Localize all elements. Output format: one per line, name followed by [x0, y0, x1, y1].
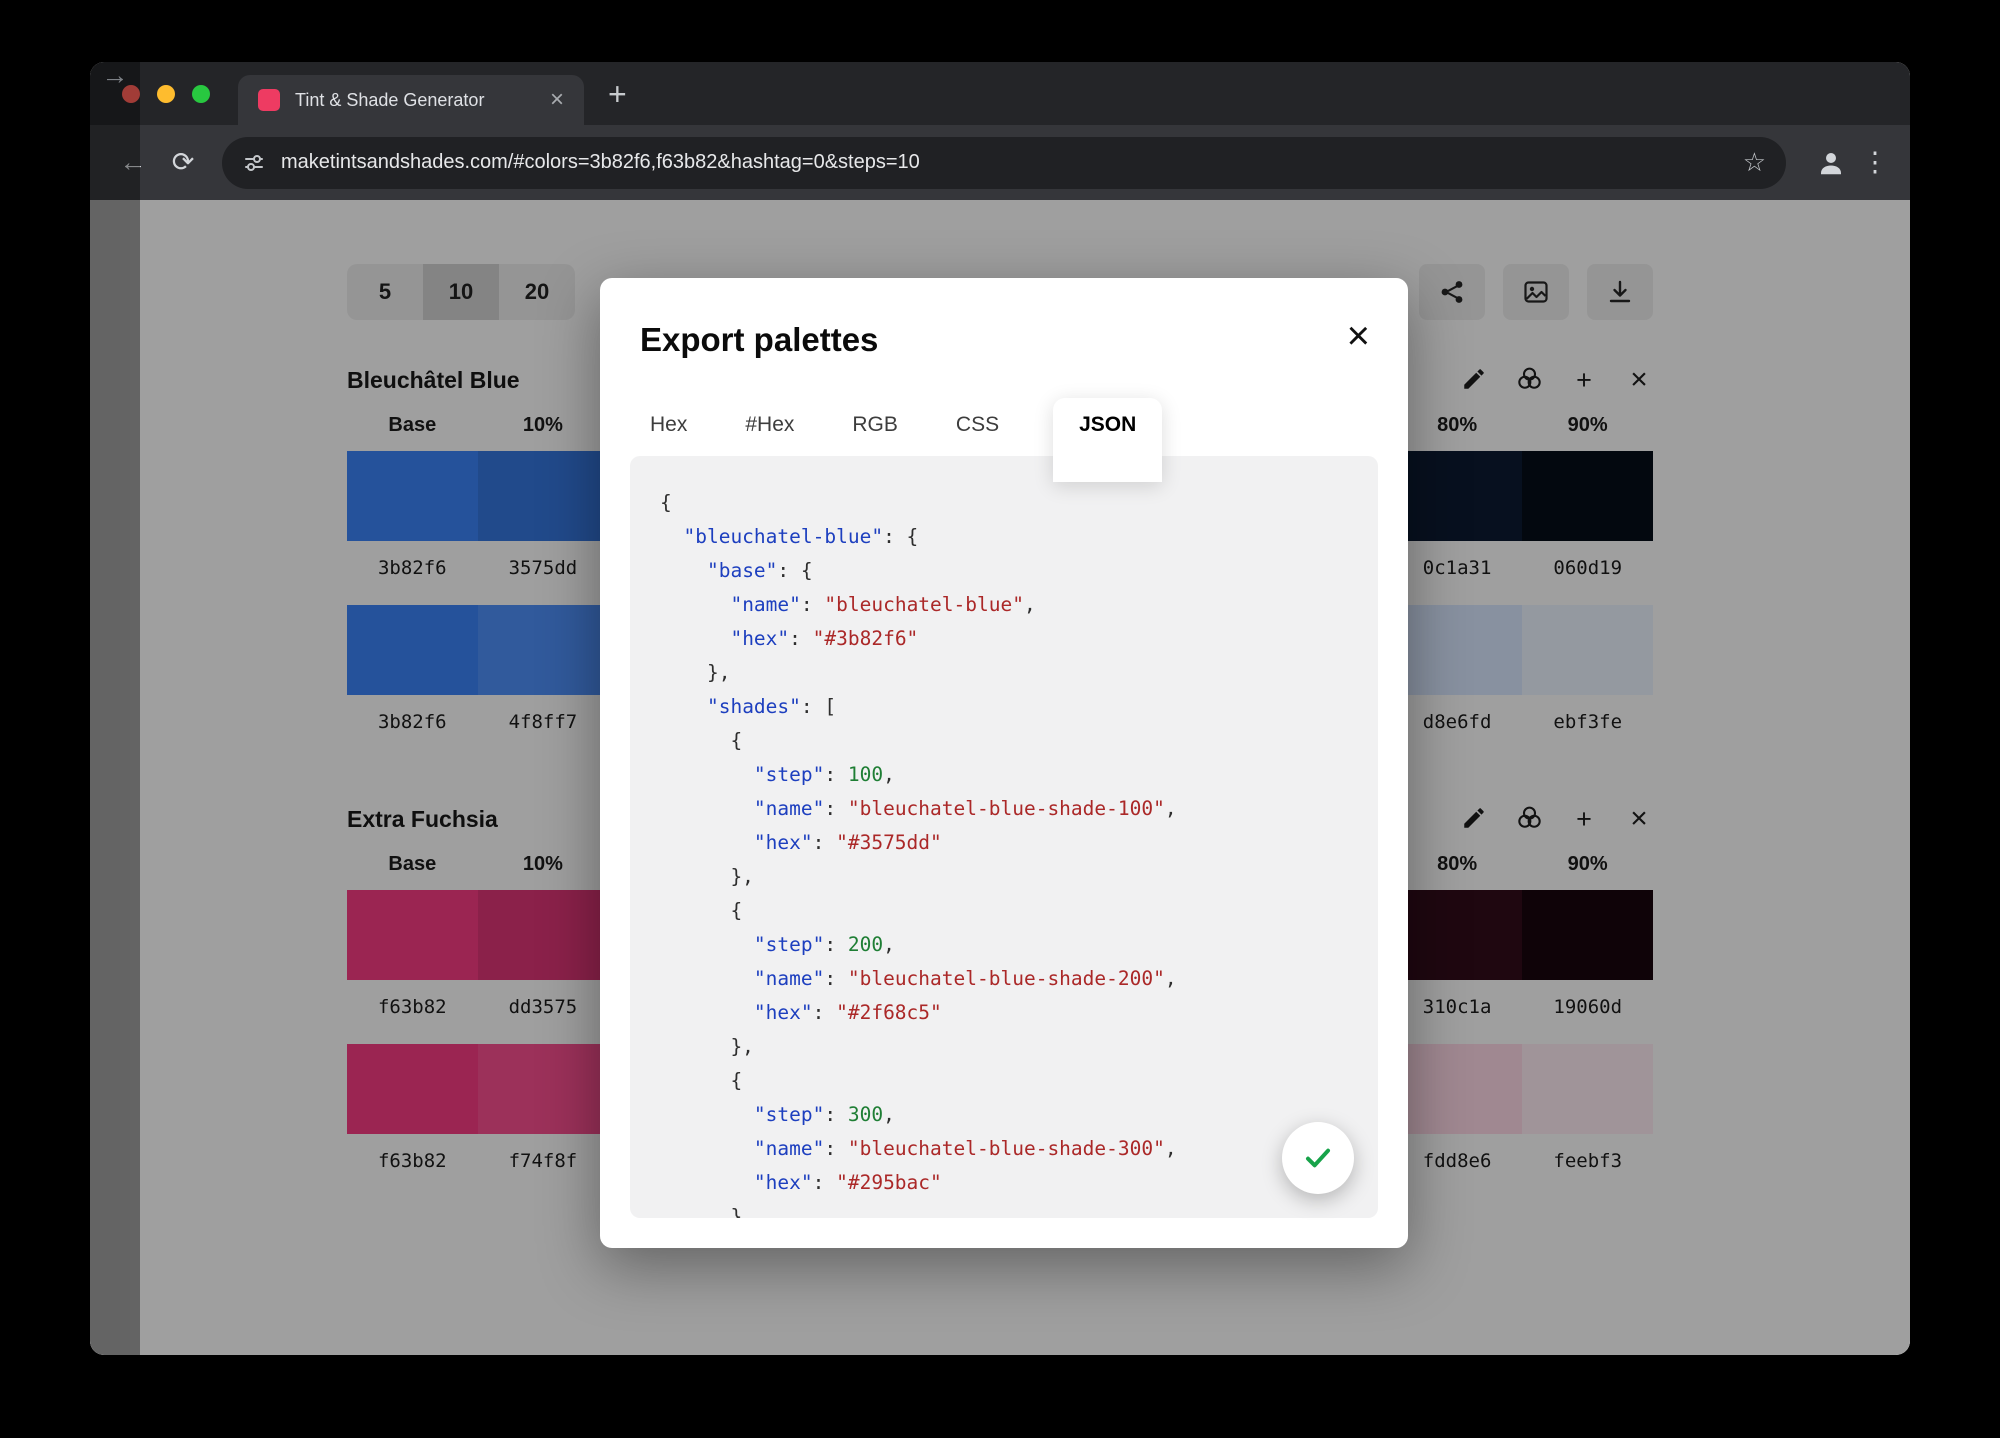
url-text: maketintsandshades.com/#colors=3b82f6,f6…: [281, 151, 1731, 174]
close-icon: ×: [1347, 314, 1370, 358]
profile-avatar-icon[interactable]: [1816, 148, 1846, 178]
code-line: },: [660, 1030, 1378, 1064]
tab-hex[interactable]: Hex: [646, 398, 691, 452]
site-settings-icon[interactable]: [242, 151, 266, 175]
export-palettes-dialog: Export palettes × Hex #Hex RGB CSS JSON { "b…: [600, 278, 1408, 1248]
tab-title: Tint & Shade Generator: [295, 90, 546, 111]
check-icon: [1302, 1142, 1334, 1174]
code-line: "name": "bleuchatel-blue",: [660, 588, 1378, 622]
code-line: },: [660, 656, 1378, 690]
code-line: "hex": "#295bac": [660, 1166, 1378, 1200]
code-line: "bleuchatel-blue": {: [660, 520, 1378, 554]
new-tab-button[interactable]: +: [608, 78, 627, 110]
browser-menu-icon[interactable]: ⋮: [1858, 147, 1892, 178]
code-line: {: [660, 894, 1378, 928]
code-line: "step": 300,: [660, 1098, 1378, 1132]
reload-icon[interactable]: ⟳: [158, 149, 208, 176]
code-line: {: [660, 486, 1378, 520]
modal-close-button[interactable]: ×: [1347, 320, 1370, 352]
confirm-check-button[interactable]: [1282, 1122, 1354, 1194]
site-favicon: [258, 89, 280, 111]
code-line: "name": "bleuchatel-blue-shade-200",: [660, 962, 1378, 996]
code-line: "hex": "#2f68c5": [660, 996, 1378, 1030]
code-line: },: [660, 860, 1378, 894]
code-line: {: [660, 1064, 1378, 1098]
code-line: "hex": "#3575dd": [660, 826, 1378, 860]
modal-header: Export palettes ×: [600, 278, 1408, 360]
address-bar[interactable]: maketintsandshades.com/#colors=3b82f6,f6…: [222, 137, 1786, 189]
tab-hash-hex[interactable]: #Hex: [741, 398, 798, 452]
code-line: "base": {: [660, 554, 1378, 588]
code-line: }: [660, 1200, 1378, 1218]
zoom-window-button[interactable]: [192, 85, 210, 103]
tab-rgb[interactable]: RGB: [848, 398, 902, 452]
tab-close-icon[interactable]: ×: [546, 86, 568, 114]
export-format-tabs: Hex#HexRGBCSSJSON: [600, 398, 1408, 456]
code-line: "step": 200,: [660, 928, 1378, 962]
code-line: "hex": "#3b82f6": [660, 622, 1378, 656]
code-line: "name": "bleuchatel-blue-shade-300",: [660, 1132, 1378, 1166]
code-line: "name": "bleuchatel-blue-shade-100",: [660, 792, 1378, 826]
browser-tab[interactable]: Tint & Shade Generator ×: [238, 75, 584, 125]
modal-title: Export palettes: [640, 320, 878, 360]
page-viewport: 51020: [90, 200, 1910, 1355]
tab-css[interactable]: CSS: [952, 398, 1003, 452]
browser-toolbar: ← → ⟳ maketintsandshades.com/#colors=3b8…: [90, 125, 1910, 200]
minimize-window-button[interactable]: [157, 85, 175, 103]
tab-json[interactable]: JSON: [1053, 398, 1162, 482]
code-line: "step": 100,: [660, 758, 1378, 792]
code-line: "shades": [: [660, 690, 1378, 724]
tab-strip: Tint & Shade Generator × +: [90, 62, 1910, 125]
code-line: {: [660, 724, 1378, 758]
bookmark-star-icon[interactable]: ☆: [1743, 147, 1766, 178]
code-block[interactable]: { "bleuchatel-blue": { "base": { "name":…: [630, 456, 1378, 1218]
browser-window: Tint & Shade Generator × + ← → ⟳ maketin…: [90, 62, 1910, 1355]
